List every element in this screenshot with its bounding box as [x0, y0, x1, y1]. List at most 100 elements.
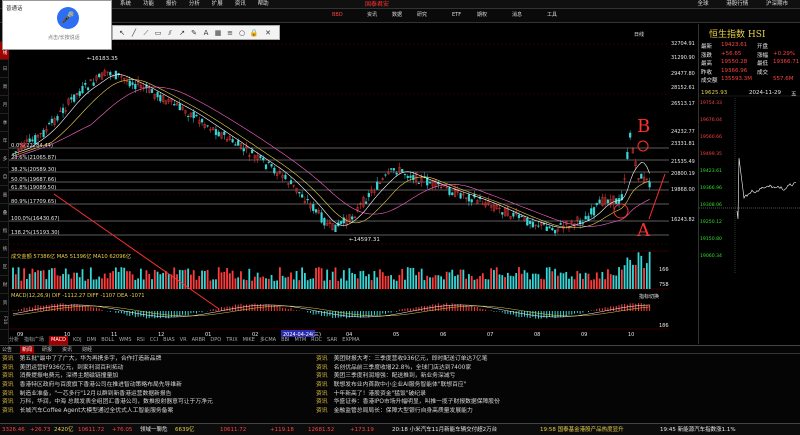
voice-input-widget[interactable]: 普通话 🎤 点击/长按说话 — [2, 0, 112, 50]
indicator-tab[interactable]: 多CMA — [260, 336, 276, 345]
left-tab[interactable]: 区 — [0, 258, 9, 276]
left-tab[interactable]: 多 — [0, 150, 9, 168]
news-headline[interactable]: 美团运营好936亿元，到家利润百利拓动 — [20, 365, 124, 371]
menu-item[interactable]: 系统 — [120, 0, 131, 9]
news-headline[interactable]: 第五批"最中了了广大，华为再携多字，合作打造新品牌 — [20, 356, 162, 362]
indicator-tab[interactable]: CCI — [150, 336, 158, 345]
menu-item[interactable]: 帮助 — [258, 0, 269, 9]
left-tab[interactable]: 财 — [0, 276, 9, 294]
left-tab[interactable]: 年 — [0, 132, 9, 150]
left-tab[interactable]: 叠 — [0, 204, 9, 222]
ticker-item[interactable]: 2420亿 — [54, 425, 74, 435]
toolbar-button[interactable]: ETF — [450, 10, 463, 21]
news-item[interactable]: 资讯 消费提振电费元，深得主题磁链撞量加 — [2, 372, 312, 381]
indicator-tab[interactable]: BOLL — [101, 336, 114, 345]
ticker-item[interactable]: 10611.72 — [78, 425, 104, 435]
fib-tool-icon[interactable]: ≡ — [225, 28, 235, 38]
indicator-tab[interactable]: EXPMA — [342, 336, 359, 345]
ray-tool-icon[interactable]: ⟋ — [141, 28, 151, 38]
line-tool-icon[interactable]: ╱ — [129, 28, 139, 38]
news-item[interactable]: 资讯 万科，华润，中海 总裁发表全组团汇香港公司，数推投射器意可让于万净元 — [2, 398, 312, 407]
indicator-tab[interactable]: DMI — [87, 336, 97, 345]
menu-item[interactable]: 资讯 — [235, 0, 246, 9]
news-headline[interactable]: 联想发布业内首款中小企业AI服务智能体"联想百应" — [334, 382, 467, 388]
news-item[interactable]: 资讯 金融监管总局局长：保障大型银行自身高质量发展能力 — [316, 407, 686, 416]
left-tab[interactable]: 资 — [0, 294, 9, 312]
news-headline[interactable]: 美团三季度利润增强：配送推到，新业务深减亏 — [334, 373, 456, 379]
indicator-tab[interactable]: 分析 — [9, 336, 19, 345]
ticker-item[interactable]: +173.19 — [350, 425, 374, 435]
left-tab[interactable]: 日 — [0, 60, 9, 78]
channel-tool-icon[interactable]: ⫽ — [165, 28, 175, 38]
intraday-mini-chart[interactable]: 19754.33 19676.04 19560.66 19499.35 19423.61… — [699, 88, 800, 288]
indicator-tab[interactable]: WMS — [119, 336, 131, 345]
left-tab[interactable]: 周 — [0, 78, 9, 96]
top-link[interactable]: 沪深期市 — [766, 0, 788, 9]
top-link[interactable]: 港股行情 — [726, 0, 748, 9]
news-item[interactable]: 资讯 美团财报大考：三季度营收936亿元，即时配送订单达7亿笔 — [316, 355, 686, 364]
news-item[interactable]: 资讯 长城汽车Coffee Agent大模型通过全优式人工智能服务备案 — [2, 407, 312, 416]
news-headline[interactable]: 名创优品前三季度收增22.8%，全球门店达到7400家 — [334, 365, 472, 371]
left-tab[interactable]: 统 — [0, 240, 9, 258]
microphone-icon[interactable]: 🎤 — [57, 7, 79, 29]
left-tab[interactable]: 自 — [0, 168, 9, 186]
indicator-tab[interactable]: ARBR — [192, 336, 206, 345]
indicator-tab[interactable]: DPO — [210, 336, 221, 345]
news-headline[interactable]: 长城汽车Coffee Agent大模型通过全优式人工智能服务备案 — [20, 408, 174, 414]
news-item[interactable]: 资讯 第五批"最中了了广大，华为再携多字，合作打造新品牌 — [2, 355, 312, 364]
toolbar-button[interactable]: 工具 — [545, 10, 559, 21]
news-headline[interactable]: 制造业准备，"一芯多行"12月以群到新香港运营数据新报告 — [20, 391, 172, 397]
voice-language[interactable]: 普通话 — [6, 4, 23, 12]
ticker-item[interactable]: 10611.72 — [220, 425, 246, 435]
indicator-tab[interactable]: BBI — [281, 336, 289, 345]
news-item[interactable]: 资讯 十年新高了！港股资金"猛饭"破纪录 — [316, 390, 686, 399]
news-item[interactable]: 资讯 制造业准备，"一芯多行"12月以群到新香港运营数据新报告 — [2, 390, 312, 399]
news-headline[interactable]: 金融监管总局局长：保障大型银行自身高质量发展能力 — [334, 408, 473, 414]
ticker-item[interactable]: 19:45 新能源汽车指数涨1.1% — [660, 425, 736, 435]
ticker-item[interactable]: 19:58 国泰基金港股产品热度显升 — [540, 425, 624, 435]
indicator-tab[interactable]: VR — [180, 336, 187, 345]
left-tab[interactable]: 月 — [0, 96, 9, 114]
menu-item[interactable]: 功能 — [143, 0, 154, 9]
pencil-icon[interactable]: ✎ — [189, 28, 199, 38]
ticker-item[interactable]: +119.18 — [270, 425, 294, 435]
news-tab[interactable]: 财经 — [80, 346, 94, 354]
news-item[interactable]: 资讯 香港特区政府与百度旗下香港公司在推进智动策略布局先导维新 — [2, 381, 312, 390]
cursor-icon[interactable]: ↖ — [117, 28, 127, 38]
news-tab[interactable]: 研报 — [40, 346, 54, 354]
menu-item[interactable]: 分析 — [189, 0, 200, 9]
indicator-tab[interactable]: TRIX — [226, 336, 237, 345]
news-item[interactable]: 资讯 名创优品前三季度收增22.8%，全球门店达到7400家 — [316, 364, 686, 373]
ticker-item[interactable]: 领域一聊危 — [140, 425, 168, 435]
top-link[interactable]: 全球 — [697, 0, 708, 9]
toolbar-button[interactable]: 资讯 — [365, 10, 379, 21]
news-headline[interactable]: 美团财报大考：三季度营收936亿元，即时配送订单达7亿笔 — [334, 356, 488, 362]
indicator-tab[interactable]: SAR — [327, 336, 337, 345]
left-tab[interactable]: F10 — [0, 312, 9, 330]
lock-icon[interactable]: 🔒 — [249, 28, 259, 38]
news-item[interactable]: 资讯 美团三季度利润增强：配送推到，新业务深减亏 — [316, 372, 686, 381]
toolbar-button[interactable]: 研究 — [415, 10, 429, 21]
ticker-item[interactable]: 6639亿 — [175, 425, 195, 435]
candlestick-chart[interactable]: 0.0%(22284.44)23.6%(21065.87)38.2%(20589… — [9, 24, 669, 344]
delete-icon[interactable]: ✕ — [263, 28, 273, 38]
news-item[interactable]: 资讯 华盛证券：香港IPO市场升幅明显，叫推一揽子财报数据保障股份 — [316, 398, 686, 407]
news-tab[interactable]: 资讯 — [60, 346, 74, 354]
ticker-item[interactable]: 20:18 小米汽车11月新能车辆交付超2万台 — [392, 425, 497, 435]
ticker-item[interactable]: +76.05 — [112, 425, 132, 435]
indicator-tab[interactable]: MACD — [49, 336, 69, 345]
news-item[interactable]: 资讯 美团运营好936亿元，到家利润百利拓动 — [2, 364, 312, 373]
news-headline[interactable]: 消费提振电费元，深得主题磁链撞量加 — [20, 373, 119, 379]
grid-tool-icon[interactable]: ▦ — [213, 28, 223, 38]
left-tab[interactable]: 指 — [0, 222, 9, 240]
indicator-tab[interactable]: MTM — [294, 336, 306, 345]
news-tab[interactable]: 公告 — [0, 346, 14, 354]
indicator-tab[interactable]: MIKE — [243, 336, 255, 345]
arrow-tool-icon[interactable]: ↗ — [177, 28, 187, 38]
ticker-item[interactable]: 3326.46 — [2, 425, 25, 435]
ticker-item[interactable]: +26.73 — [30, 425, 50, 435]
indicator-tab[interactable]: 指标广场 — [24, 336, 44, 345]
circle-tool-icon[interactable]: ○ — [237, 28, 247, 38]
indicator-tab[interactable]: RSI — [137, 336, 145, 345]
rect-tool-icon[interactable]: ▭ — [153, 28, 163, 38]
